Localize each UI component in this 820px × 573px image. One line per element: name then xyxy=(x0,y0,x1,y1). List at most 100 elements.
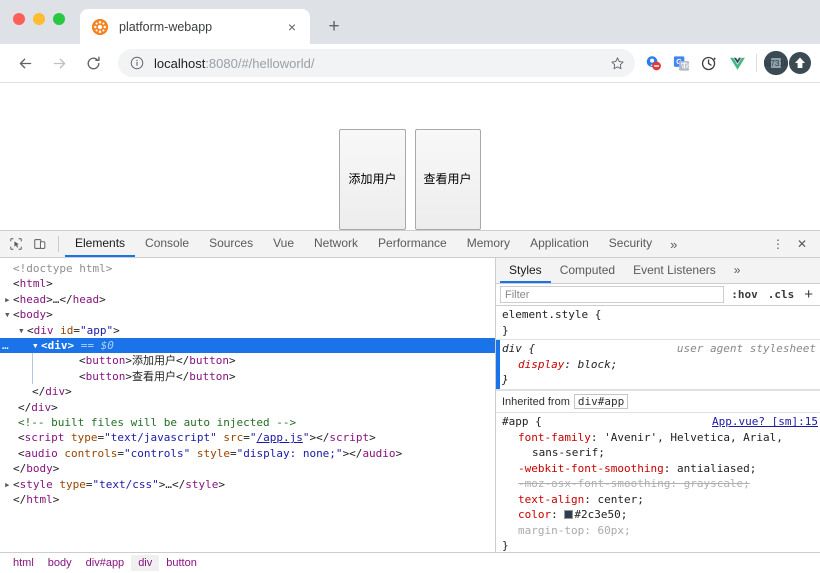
declaration-font-family[interactable]: font-family: 'Avenir', Helvetica, Arial, xyxy=(502,430,820,446)
rule-selector[interactable]: element.style { xyxy=(502,307,820,323)
tab-memory[interactable]: Memory xyxy=(457,231,520,257)
dom-line-div-close[interactable]: </div> xyxy=(0,384,495,399)
maximize-window-button[interactable] xyxy=(53,13,65,25)
reload-button[interactable] xyxy=(79,49,107,77)
toggle-device-toolbar-icon[interactable] xyxy=(28,232,52,256)
breadcrumb-item-button[interactable]: button xyxy=(159,555,204,571)
dom-tree[interactable]: <!doctype html> <html> ▸ <head>…</head> ▾… xyxy=(0,258,495,552)
hov-toggle-button[interactable]: :hov xyxy=(728,288,761,301)
tab-elements[interactable]: Elements xyxy=(65,231,136,257)
declaration-value-continued[interactable]: sans-serif; xyxy=(502,445,820,461)
dom-line-html-close[interactable]: </html> xyxy=(0,492,495,507)
bookmark-star-icon[interactable] xyxy=(607,53,627,73)
dom-line-button-1[interactable]: <button>添加用户</button> xyxy=(32,353,495,369)
more-tabs-icon[interactable]: » xyxy=(662,231,685,257)
browser-tab[interactable]: platform-webapp × xyxy=(80,9,310,44)
declaration-value[interactable]: 60px; xyxy=(597,524,630,537)
declaration-value[interactable]: #2c3e50; xyxy=(574,508,627,521)
declaration-webkit-font-smoothing[interactable]: -webkit-font-smoothing: antialiased; xyxy=(502,461,820,477)
vue-devtools-extension-icon[interactable] xyxy=(725,51,749,75)
rule-active-indicator xyxy=(496,340,500,389)
dom-line-script[interactable]: <script type="text/javascript" src="/app… xyxy=(0,430,495,445)
script-src-link[interactable]: /app.js xyxy=(256,431,302,444)
close-window-button[interactable] xyxy=(13,13,25,25)
new-style-rule-button[interactable]: + xyxy=(801,287,816,302)
dom-line-div-app-close[interactable]: </div> xyxy=(0,400,495,415)
devtools-menu-icon[interactable]: ⋮ xyxy=(766,232,790,256)
declaration-property[interactable]: -webkit-font-smoothing xyxy=(518,462,664,475)
tab-security[interactable]: Security xyxy=(599,231,662,257)
dom-line-head[interactable]: ▸ <head>…</head> xyxy=(0,292,495,307)
declaration-color[interactable]: color: #2c3e50; xyxy=(502,507,820,523)
declaration-value[interactable]: grayscale; xyxy=(684,477,750,490)
tab-performance[interactable]: Performance xyxy=(368,231,457,257)
dom-line-body-close[interactable]: </body> xyxy=(0,461,495,476)
declaration-value[interactable]: 'Avenir', Helvetica, Arial, xyxy=(604,431,783,444)
rule-app[interactable]: App.vue? [sm]:15 #app { font-family: 'Av… xyxy=(496,412,820,552)
dom-line-body-open[interactable]: ▾ <body> xyxy=(0,307,495,322)
declaration-margin-top[interactable]: margin-top: 60px; xyxy=(502,523,820,539)
devtools-close-icon[interactable]: ✕ xyxy=(790,232,814,256)
inspect-element-icon[interactable] xyxy=(4,232,28,256)
dom-line-comment[interactable]: <!-- built files will be auto injected -… xyxy=(0,415,495,430)
breadcrumb-item-div[interactable]: div xyxy=(131,555,160,571)
address-bar[interactable]: localhost:8080/#/helloworld/ xyxy=(118,49,635,77)
dom-line-button-2[interactable]: <button>查看用户</button> xyxy=(32,368,495,385)
styles-more-tabs-icon[interactable]: » xyxy=(725,258,750,283)
declaration-property[interactable]: color xyxy=(518,508,551,521)
new-tab-button[interactable]: + xyxy=(320,12,348,40)
history-sync-extension-icon[interactable] xyxy=(697,51,721,75)
declaration-moz-osx-font-smoothing[interactable]: -moz-osx-font-smoothing: grayscale; xyxy=(502,476,820,492)
minimize-window-button[interactable] xyxy=(33,13,45,25)
dom-line-div-selected[interactable]: … ▾ <div> == $0 xyxy=(0,338,495,354)
dom-line-audio[interactable]: <audio controls="controls" style="displa… xyxy=(0,446,495,461)
tab-application[interactable]: Application xyxy=(520,231,599,257)
dom-line-div-app[interactable]: ▾ <div id="app"> xyxy=(0,323,495,338)
google-translate-extension-icon[interactable]: G \u6587 xyxy=(669,51,693,75)
breadcrumb-item-html[interactable]: html xyxy=(6,555,41,571)
tab-computed[interactable]: Computed xyxy=(551,258,624,283)
tab-sources[interactable]: Sources xyxy=(199,231,263,257)
dom-line-style[interactable]: ▸ <style type="text/css">…</style> xyxy=(0,477,495,492)
forward-button[interactable] xyxy=(45,49,73,77)
adblock-extension-icon[interactable] xyxy=(641,51,665,75)
profile-avatar[interactable]: \u731b xyxy=(764,51,788,75)
tab-close-icon[interactable]: × xyxy=(284,19,300,35)
declaration-value[interactable]: antialiased; xyxy=(677,462,756,475)
rule-element-style[interactable]: element.style { } xyxy=(496,306,820,339)
declaration-property[interactable]: display xyxy=(518,358,564,371)
url-host: localhost xyxy=(154,55,206,71)
dom-line-doctype[interactable]: <!doctype html> xyxy=(0,261,495,276)
styles-filter-input[interactable]: Filter xyxy=(500,286,725,303)
tab-network[interactable]: Network xyxy=(304,231,368,257)
declaration-value[interactable]: block; xyxy=(578,358,618,371)
color-swatch[interactable] xyxy=(564,510,574,519)
declaration[interactable]: display: block; xyxy=(502,357,820,373)
view-user-button[interactable]: 查看用户 xyxy=(414,129,481,230)
update-chrome-button[interactable] xyxy=(788,51,812,75)
dom-line-html-open[interactable]: <html> xyxy=(0,276,495,291)
declaration-property[interactable]: margin-top xyxy=(518,524,584,537)
tab-styles[interactable]: Styles xyxy=(500,258,551,283)
extension-icons: G \u6587 xyxy=(641,51,749,75)
breadcrumb-item-body[interactable]: body xyxy=(41,555,79,571)
rule-source-link[interactable]: App.vue? [sm]:15 xyxy=(712,414,820,430)
inherited-source-chip[interactable]: div#app xyxy=(573,393,629,409)
declaration-property[interactable]: font-family xyxy=(518,431,591,444)
cls-toggle-button[interactable]: .cls xyxy=(765,288,798,301)
breadcrumb-item-div-app[interactable]: div#app xyxy=(79,555,132,571)
rule-div-user-agent[interactable]: user agent stylesheet div { display: blo… xyxy=(496,339,820,390)
declaration-property[interactable]: -moz-osx-font-smoothing xyxy=(518,477,670,490)
declaration-property[interactable]: text-align xyxy=(518,493,584,506)
styles-rules-list: element.style { } user agent stylesheet … xyxy=(496,306,820,552)
tab-vue[interactable]: Vue xyxy=(263,231,304,257)
tab-event-listeners[interactable]: Event Listeners xyxy=(624,258,725,283)
site-info-icon[interactable] xyxy=(129,55,145,71)
add-user-button[interactable]: 添加用户 xyxy=(339,129,406,230)
declaration-text-align[interactable]: text-align: center; xyxy=(502,492,820,508)
devtools-toolbar-right: ⋮ ✕ xyxy=(766,232,820,256)
tab-console[interactable]: Console xyxy=(135,231,199,257)
back-button[interactable] xyxy=(11,49,39,77)
declaration-value[interactable]: center; xyxy=(597,493,643,506)
styles-filter-row: Filter :hov .cls + xyxy=(496,284,820,306)
